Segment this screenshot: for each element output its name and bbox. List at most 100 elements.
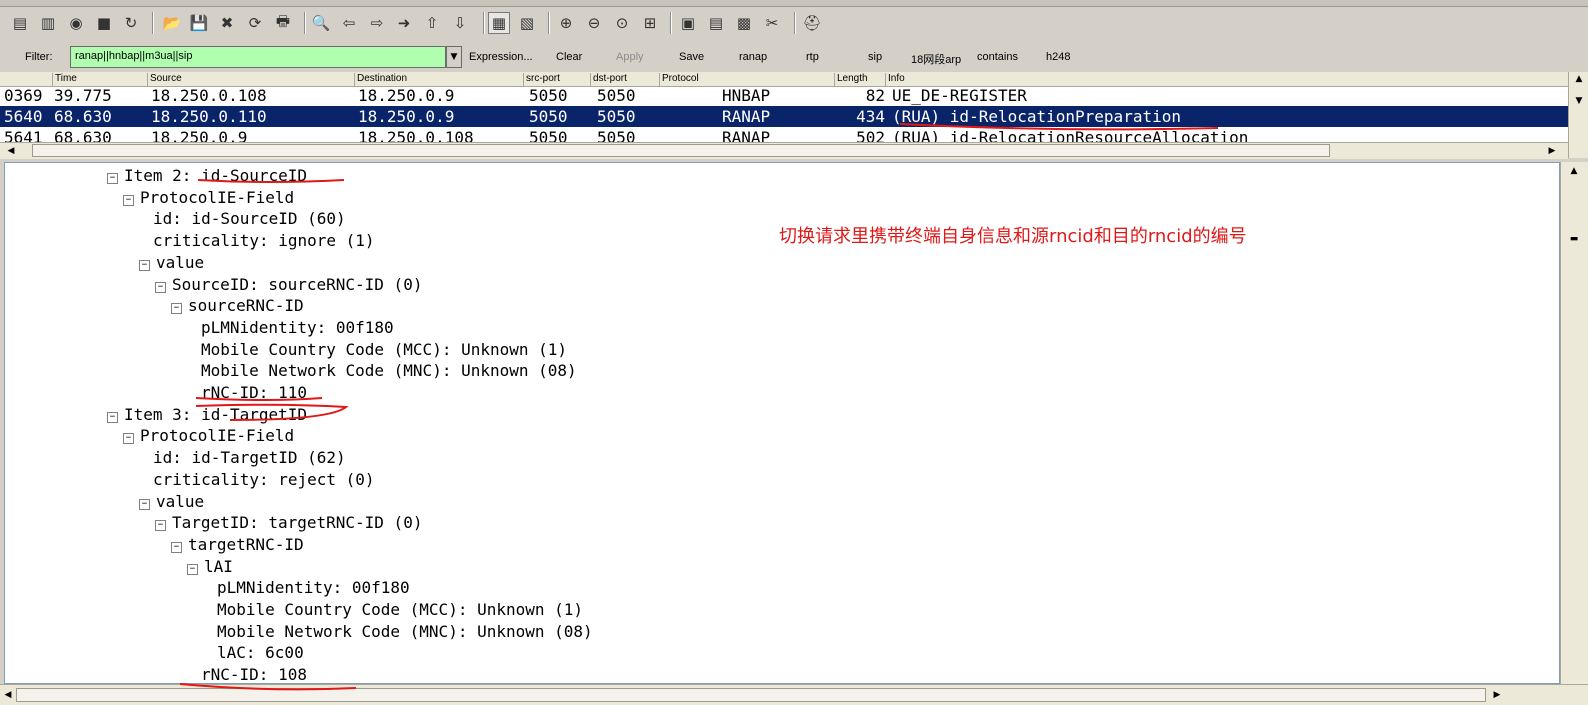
- details-vertical-scrollbar[interactable]: ▲ ▬: [1560, 162, 1588, 684]
- detail-tree-item[interactable]: − sourceRNC-ID: [171, 295, 304, 317]
- detail-tree-item[interactable]: Mobile Country Code (MCC): Unknown (1): [201, 339, 567, 361]
- collapse-toggle-icon[interactable]: −: [139, 498, 150, 510]
- filter-18-arp-button[interactable]: 18网段arp: [911, 51, 961, 67]
- help-icon[interactable]: ⛑: [801, 12, 823, 34]
- detail-tree-item[interactable]: Mobile Country Code (MCC): Unknown (1): [217, 599, 583, 621]
- detail-tree-item[interactable]: − ProtocolIE-Field: [123, 187, 294, 209]
- go-last-icon[interactable]: ⇩: [449, 12, 471, 34]
- cell-source: 18.250.0.9: [151, 128, 248, 142]
- find-packet-icon[interactable]: 🔍: [310, 12, 332, 34]
- detail-tree-item[interactable]: criticality: ignore (1): [153, 230, 375, 252]
- collapse-toggle-icon[interactable]: −: [187, 563, 198, 575]
- filter-rtp-button[interactable]: rtp: [806, 51, 819, 63]
- scroll-thumb-marker[interactable]: ▬: [1567, 232, 1581, 246]
- packet-row[interactable]: 5641 68.630 18.250.0.9 18.250.0.108 5050…: [0, 127, 1568, 142]
- detail-tree-item[interactable]: Mobile Network Code (MNC): Unknown (08): [201, 360, 577, 382]
- filter-history-dropdown[interactable]: ▼: [446, 46, 462, 68]
- detail-tree-item[interactable]: rNC-ID: 108: [201, 664, 307, 683]
- cell-length: 434: [856, 107, 885, 126]
- collapse-toggle-icon[interactable]: −: [107, 411, 118, 423]
- capture-restart-icon[interactable]: ↻: [120, 12, 142, 34]
- scroll-left-icon[interactable]: ◀: [1, 688, 15, 702]
- filter-ranap-button[interactable]: ranap: [739, 51, 767, 63]
- coloring-rules-icon[interactable]: ▩: [733, 12, 755, 34]
- scroll-right-icon[interactable]: ▶: [1545, 144, 1559, 158]
- detail-tree-item[interactable]: − value: [139, 491, 204, 513]
- capture-options-icon[interactable]: ▥: [37, 12, 59, 34]
- detail-tree-item[interactable]: criticality: reject (0): [153, 469, 375, 491]
- filter-sip-button[interactable]: sip: [868, 51, 882, 63]
- colorize-icon[interactable]: ▦: [488, 12, 510, 34]
- go-back-icon[interactable]: ⇦: [338, 12, 360, 34]
- go-forward-icon[interactable]: ⇨: [366, 12, 388, 34]
- collapse-toggle-icon[interactable]: −: [139, 259, 150, 271]
- detail-tree-item[interactable]: − SourceID: sourceRNC-ID (0): [155, 274, 422, 296]
- display-filter-input[interactable]: ranap||hnbap||m3ua||sip: [70, 46, 446, 68]
- apply-button[interactable]: Apply: [616, 51, 644, 63]
- detail-tree-item[interactable]: − Item 3: id-TargetID: [107, 404, 307, 426]
- detail-tree-item[interactable]: Mobile Network Code (MNC): Unknown (08): [217, 621, 593, 643]
- zoom-in-icon[interactable]: ⊕: [555, 12, 577, 34]
- detail-tree-item[interactable]: rNC-ID: 110: [201, 382, 307, 404]
- packet-row-selected[interactable]: 5640 68.630 18.250.0.110 18.250.0.9 5050…: [0, 106, 1568, 127]
- collapse-toggle-icon[interactable]: −: [107, 173, 118, 184]
- details-horizontal-scrollbar[interactable]: ◀ ▶: [0, 684, 1588, 705]
- detail-tree-label: pLMNidentity: 00f180: [217, 578, 410, 598]
- collapse-toggle-icon[interactable]: −: [171, 303, 182, 315]
- go-to-packet-icon[interactable]: ➜: [393, 12, 415, 34]
- cell-dst-port: 5050: [597, 107, 636, 126]
- capture-filters-icon[interactable]: ▣: [677, 12, 699, 34]
- close-file-icon[interactable]: ✖: [216, 12, 238, 34]
- handwritten-annotation: 切换请求里携带终端自身信息和源rncid和目的rncid的编号: [779, 226, 1247, 247]
- open-file-icon[interactable]: 📂: [161, 12, 183, 34]
- auto-scroll-icon[interactable]: ▧: [516, 12, 538, 34]
- expression-button[interactable]: Expression...: [469, 51, 533, 63]
- detail-tree-label: value: [156, 491, 205, 511]
- packet-list-horizontal-scrollbar[interactable]: ◀ ▶: [0, 142, 1568, 159]
- detail-tree-item[interactable]: − Item 2: id-SourceID: [107, 165, 307, 187]
- interface-list-icon[interactable]: ▤: [9, 12, 31, 34]
- clear-button[interactable]: Clear: [556, 51, 582, 63]
- detail-tree-item[interactable]: lAC: 6c00: [217, 642, 304, 664]
- scroll-up-icon[interactable]: ▲: [1572, 72, 1586, 86]
- collapse-toggle-icon[interactable]: −: [155, 281, 166, 293]
- capture-start-icon[interactable]: ◉: [65, 12, 87, 34]
- detail-tree-item[interactable]: − value: [139, 252, 204, 274]
- go-first-icon[interactable]: ⇧: [421, 12, 443, 34]
- save-file-icon[interactable]: 💾: [188, 12, 210, 34]
- scroll-left-icon[interactable]: ◀: [4, 144, 18, 158]
- toolbar-separator: [548, 12, 550, 34]
- detail-tree-item[interactable]: pLMNidentity: 00f180: [217, 577, 410, 599]
- resize-columns-icon[interactable]: ⊞: [639, 12, 661, 34]
- collapse-toggle-icon[interactable]: −: [123, 194, 134, 206]
- detail-tree-item[interactable]: id: id-SourceID (60): [153, 208, 346, 230]
- save-filter-button[interactable]: Save: [679, 51, 704, 63]
- detail-tree-item[interactable]: − targetRNC-ID: [171, 534, 304, 556]
- detail-tree-item[interactable]: − ProtocolIE-Field: [123, 425, 294, 447]
- packet-list-vertical-scrollbar[interactable]: ▲ ▼: [1568, 72, 1588, 158]
- scroll-thumb[interactable]: [16, 688, 1486, 702]
- scroll-up-icon[interactable]: ▲: [1567, 164, 1581, 178]
- filter-h248-button[interactable]: h248: [1046, 51, 1070, 63]
- detail-tree-item[interactable]: − lAI: [187, 556, 233, 578]
- zoom-normal-icon[interactable]: ⊙: [611, 12, 633, 34]
- scroll-right-icon[interactable]: ▶: [1490, 688, 1504, 702]
- collapse-toggle-icon[interactable]: −: [171, 541, 182, 553]
- detail-tree-label: rNC-ID: 110: [201, 383, 307, 402]
- preferences-icon[interactable]: ✂: [761, 12, 783, 34]
- scroll-down-icon[interactable]: ▼: [1572, 94, 1586, 108]
- detail-tree-label: criticality: ignore (1): [153, 231, 375, 251]
- zoom-out-icon[interactable]: ⊖: [583, 12, 605, 34]
- capture-stop-icon[interactable]: ■: [93, 12, 115, 34]
- detail-tree-item[interactable]: id: id-TargetID (62): [153, 447, 346, 469]
- filter-contains-button[interactable]: contains: [977, 51, 1018, 63]
- reload-icon[interactable]: ⟳: [244, 12, 266, 34]
- detail-tree-item[interactable]: − TargetID: targetRNC-ID (0): [155, 512, 422, 534]
- collapse-toggle-icon[interactable]: −: [123, 433, 134, 445]
- packet-row[interactable]: 0369 39.775 18.250.0.108 18.250.0.9 5050…: [0, 85, 1568, 106]
- detail-tree-item[interactable]: pLMNidentity: 00f180: [201, 317, 394, 339]
- collapse-toggle-icon[interactable]: −: [155, 520, 166, 532]
- scroll-thumb[interactable]: [32, 144, 1330, 157]
- display-filters-icon[interactable]: ▤: [705, 12, 727, 34]
- print-icon[interactable]: 🖶: [272, 12, 294, 34]
